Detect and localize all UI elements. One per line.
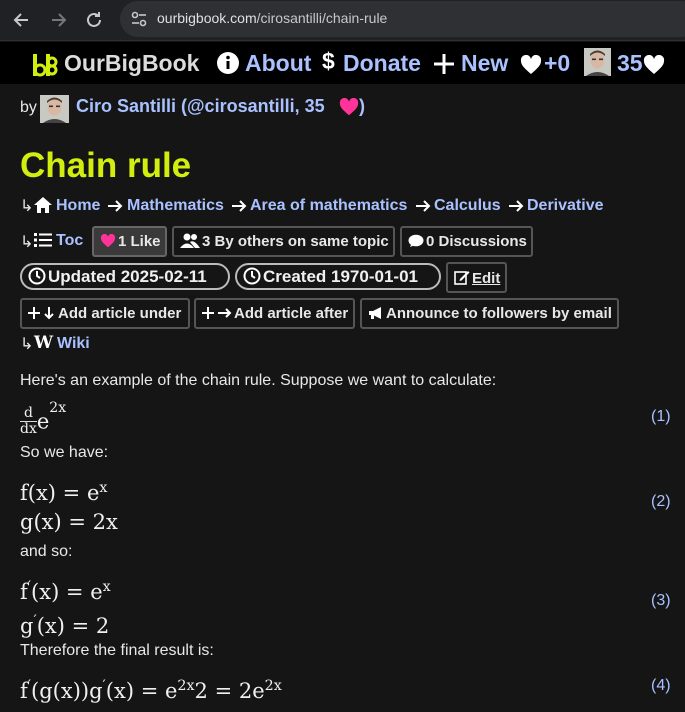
clock-icon — [243, 267, 261, 285]
heart-icon — [643, 54, 665, 75]
like-button[interactable]: 1 Like — [92, 226, 167, 257]
user-score[interactable]: 35 — [617, 50, 643, 77]
likes-count[interactable]: +0 — [544, 50, 570, 77]
info-icon[interactable] — [216, 51, 240, 75]
add-article-under-button[interactable]: Add article under — [20, 298, 190, 329]
wikipedia-icon[interactable]: W — [34, 333, 53, 353]
fraction-denominator: dx — [20, 421, 37, 437]
user-avatar[interactable] — [584, 48, 611, 76]
browser-toolbar: ourbigbook.com/cirosantilli/chain-rule — [0, 0, 685, 41]
by-label: by — [20, 99, 37, 116]
others-on-topic-button[interactable]: 3 By others on same topic — [172, 226, 395, 257]
users-icon — [180, 233, 200, 248]
wiki-link[interactable]: Wiki — [57, 335, 90, 353]
megaphone-icon — [369, 307, 381, 319]
equation-1: d dx e2x — [20, 400, 66, 437]
breadcrumb-derivative[interactable]: Derivative — [527, 197, 604, 215]
brand-link[interactable]: OurBigBook — [64, 50, 199, 77]
equation-3: f′(x) = ex g′(x) = 2 — [20, 573, 111, 641]
updated-badge: Updated 2025-02-11 — [20, 263, 230, 290]
home-icon[interactable] — [33, 196, 53, 219]
dollar-icon[interactable]: $ — [322, 48, 335, 75]
eq1-base: e — [36, 409, 50, 434]
author-avatar[interactable] — [40, 95, 69, 123]
site-header: OurBigBook About $ Donate New +0 35 — [0, 42, 685, 84]
return-arrow-icon: ↳ — [20, 234, 34, 251]
eq2-line1: f(x) = ex — [20, 480, 108, 505]
therefore-paragraph: Therefore the final result is: — [20, 642, 214, 659]
eq1-exponent: 2x — [49, 400, 67, 416]
list-icon[interactable] — [34, 232, 52, 253]
discussions-button[interactable]: 0 Discussions — [400, 226, 533, 257]
and-so-paragraph: and so: — [20, 543, 73, 560]
arrow-right-icon — [509, 200, 524, 212]
arrow-left-icon[interactable] — [8, 6, 36, 34]
article-actions-row: ↳ Toc 1 Like 3 By others on same topic 0… — [20, 226, 680, 258]
eq2-line2: g(x) = 2x — [20, 510, 118, 534]
breadcrumb-mathematics[interactable]: Mathematics — [127, 197, 224, 215]
comment-icon — [408, 234, 424, 247]
plus-right-icon — [202, 307, 232, 319]
breadcrumb-area-of-mathematics[interactable]: Area of mathematics — [250, 197, 407, 215]
eq3-line2: g′(x) = 2 — [20, 613, 110, 638]
equation-number: (3) — [651, 592, 671, 609]
author-link[interactable]: Ciro Santilli (@cirosantilli, 35 — [76, 96, 325, 117]
address-bar[interactable]: ourbigbook.com/cirosantilli/chain-rule — [120, 1, 685, 37]
arrow-right-icon[interactable] — [44, 6, 72, 34]
reload-icon[interactable] — [80, 6, 108, 34]
edit-icon — [454, 271, 470, 285]
eq3-line1: f′(x) = ex — [20, 579, 111, 604]
return-arrow-icon: ↳ — [20, 336, 34, 353]
page-title: Chain rule — [20, 146, 192, 185]
toc-link[interactable]: Toc — [56, 232, 83, 250]
edit-button[interactable]: Edit — [446, 262, 507, 293]
equation-number: (1) — [651, 408, 671, 425]
return-arrow-icon: ↳ — [20, 198, 34, 215]
heart-icon — [100, 233, 116, 248]
plus-down-icon — [28, 307, 54, 320]
created-badge: Created 1970-01-01 — [235, 263, 441, 290]
announce-button[interactable]: Announce to followers by email — [360, 298, 619, 329]
breadcrumb-home[interactable]: Home — [56, 197, 100, 215]
fraction-numerator: d — [20, 406, 37, 422]
so-we-have-paragraph: So we have: — [20, 444, 109, 461]
breadcrumb-calculus[interactable]: Calculus — [434, 197, 501, 215]
ourbigbook-logo-icon[interactable] — [31, 51, 59, 79]
author-link-end[interactable]: ) — [359, 96, 365, 117]
equation-4: f′(g(x))g′(x) = e2x2 = 2e2x — [20, 678, 282, 703]
about-link[interactable]: About — [245, 50, 311, 77]
url-text[interactable]: ourbigbook.com/cirosantilli/chain-rule — [157, 10, 387, 26]
equation-number: (4) — [651, 677, 671, 694]
intro-paragraph: Here's an example of the chain rule. Sup… — [20, 372, 497, 389]
arrow-right-icon — [232, 200, 247, 212]
new-link[interactable]: New — [461, 50, 508, 77]
heart-icon — [339, 97, 359, 116]
heart-icon[interactable] — [520, 54, 542, 75]
equation-2: f(x) = ex g(x) = 2x — [20, 474, 118, 537]
tune-icon[interactable] — [130, 10, 148, 28]
arrow-right-icon — [416, 200, 431, 212]
add-article-after-button[interactable]: Add article after — [194, 298, 355, 329]
plus-icon[interactable] — [433, 53, 455, 75]
clock-icon — [28, 267, 46, 285]
equation-number: (2) — [651, 493, 671, 510]
donate-link[interactable]: Donate — [343, 50, 421, 77]
arrow-right-icon — [108, 200, 123, 212]
